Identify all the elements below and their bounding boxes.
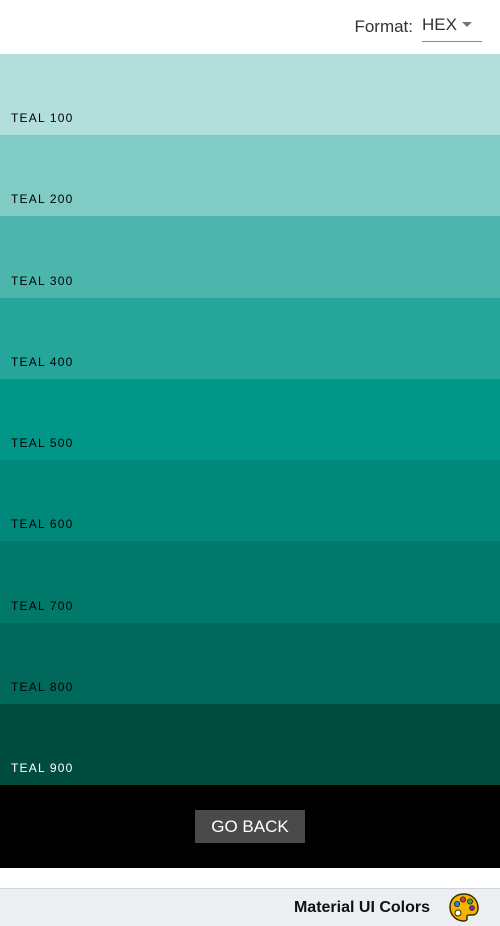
color-swatch[interactable]: TEAL 300 xyxy=(0,216,500,298)
swatch-label: TEAL 300 xyxy=(11,273,74,288)
color-swatch[interactable]: TEAL 500 xyxy=(0,378,500,461)
arrow-drop-down-icon xyxy=(462,22,472,27)
app-root: Format: HEX TEAL 100 TEAL 200 TEAL 300 TEAL… xyxy=(0,0,500,926)
format-label: Format: xyxy=(354,17,413,36)
swatch-label: TEAL 800 xyxy=(11,679,74,694)
swatch-label: TEAL 400 xyxy=(11,354,74,369)
color-swatch[interactable]: TEAL 800 xyxy=(0,622,500,704)
footer: Material UI Colors xyxy=(0,888,500,926)
swatch-label: TEAL 700 xyxy=(11,598,74,613)
color-swatch[interactable]: TEAL 200 xyxy=(0,135,500,217)
color-swatch[interactable]: TEAL 100 xyxy=(0,54,500,136)
color-swatch[interactable]: TEAL 900 xyxy=(0,703,500,785)
swatch-label: TEAL 500 xyxy=(11,436,74,451)
go-back-button[interactable]: GO BACK xyxy=(195,810,305,843)
format-select[interactable]: HEX xyxy=(422,12,482,42)
swatch-list: TEAL 100 TEAL 200 TEAL 300 TEAL 400 TEAL 500… xyxy=(0,54,500,785)
format-bar: Format: HEX xyxy=(0,0,500,54)
color-swatch[interactable]: TEAL 600 xyxy=(0,460,500,542)
footer-title: Material UI Colors xyxy=(293,898,430,916)
color-swatch[interactable]: TEAL 400 xyxy=(0,297,500,379)
swatch-label: TEAL 100 xyxy=(11,111,74,126)
color-swatch[interactable]: TEAL 700 xyxy=(0,541,500,623)
back-bar: GO BACK xyxy=(0,785,500,868)
swatch-label: TEAL 900 xyxy=(11,760,74,775)
swatch-label: TEAL 600 xyxy=(11,517,74,532)
format-value: HEX xyxy=(422,14,457,34)
swatch-label: TEAL 200 xyxy=(11,192,74,207)
palette-icon xyxy=(449,892,479,922)
